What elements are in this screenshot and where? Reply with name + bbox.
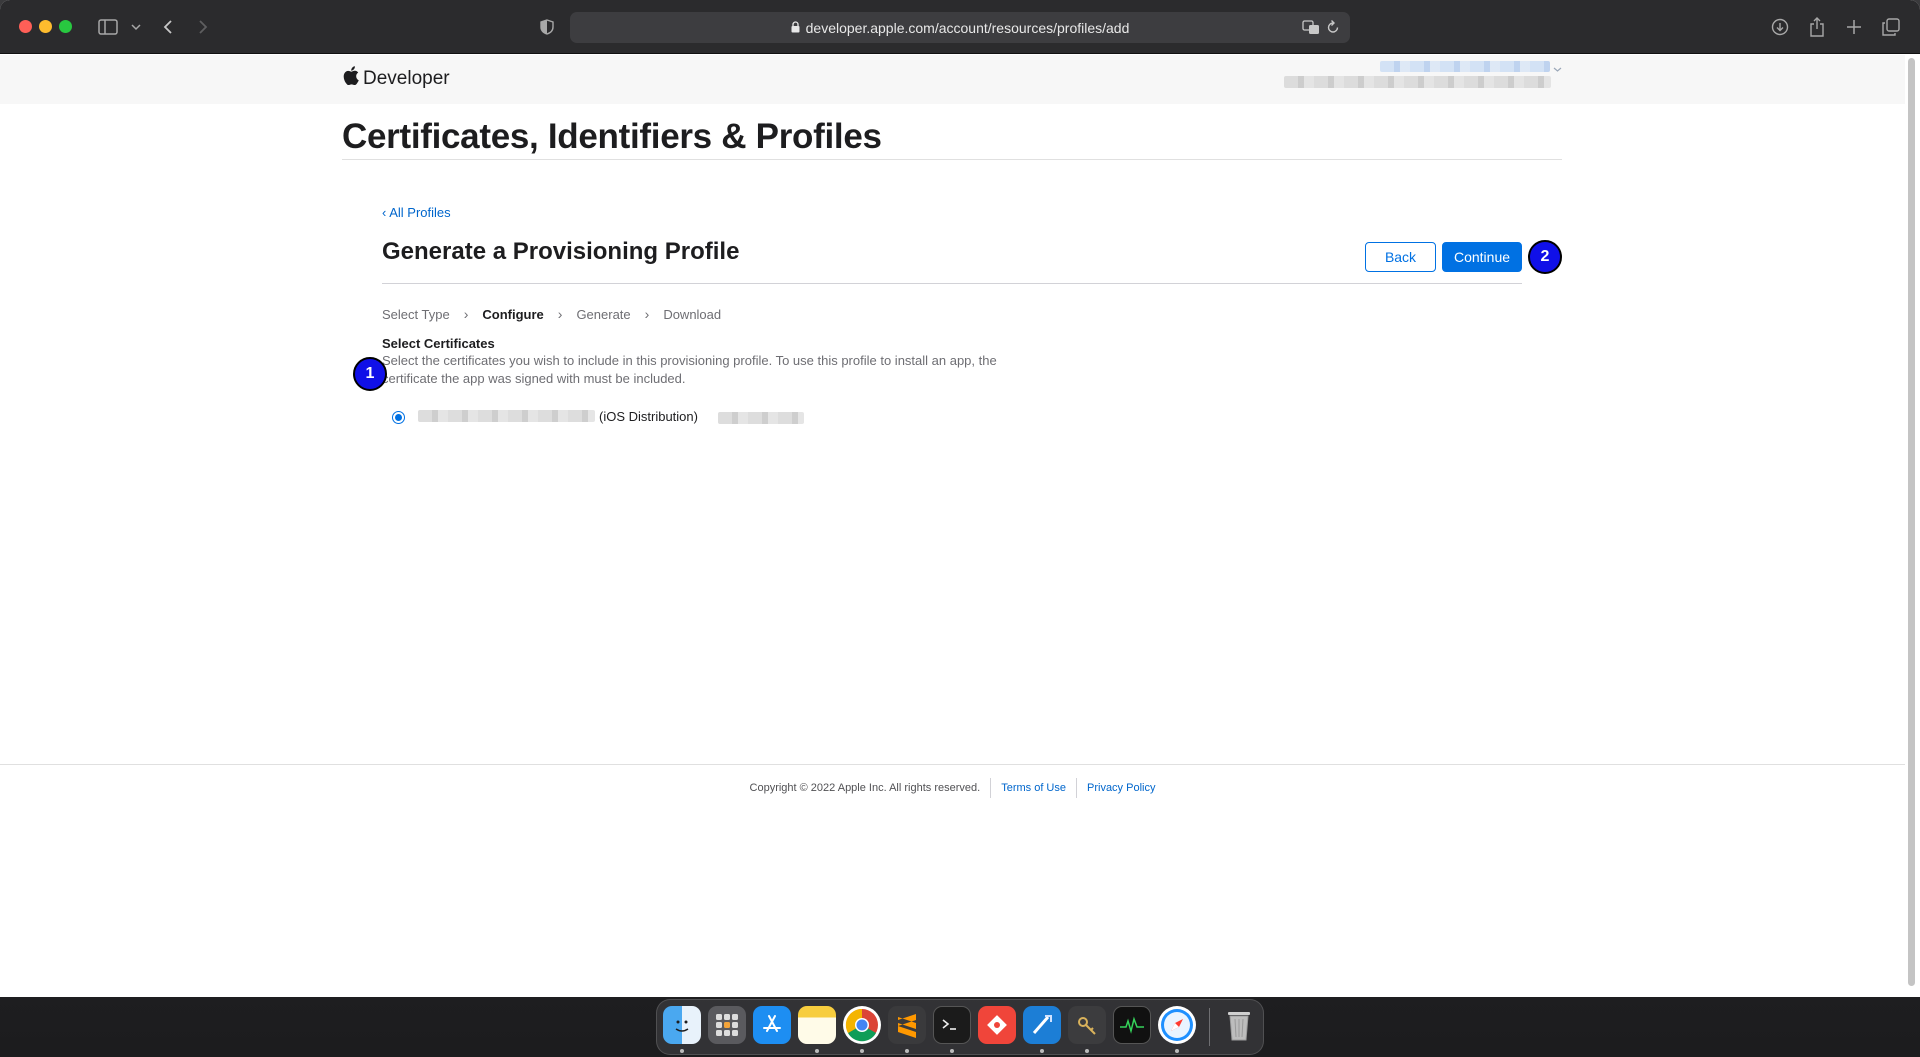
developer-brand[interactable]: Developer <box>343 66 450 91</box>
browser-window: developer.apple.com/account/resources/pr… <box>0 0 1920 997</box>
all-profiles-link[interactable]: ‹ All Profiles <box>382 205 451 220</box>
back-button[interactable]: Back <box>1365 242 1436 272</box>
privacy-shield-icon[interactable] <box>534 14 560 40</box>
title-divider <box>342 159 1562 160</box>
address-bar[interactable]: developer.apple.com/account/resources/pr… <box>570 12 1350 43</box>
certificate-option[interactable]: (iOS Distribution) <box>392 407 804 427</box>
privacy-policy-link[interactable]: Privacy Policy <box>1087 782 1155 794</box>
trash-icon[interactable] <box>1220 1006 1258 1044</box>
chevron-right-icon: › <box>644 306 650 322</box>
url-text: developer.apple.com/account/resources/pr… <box>805 19 1130 36</box>
step-generate: Generate <box>576 306 631 322</box>
share-icon[interactable] <box>1804 14 1830 40</box>
step-configure: Configure <box>482 306 544 322</box>
certificate-date-redacted <box>718 412 804 424</box>
footer: Copyright © 2022 Apple Inc. All rights r… <box>0 778 1905 798</box>
xcode-icon[interactable] <box>1023 1006 1061 1044</box>
breadcrumb-steps: Select Type › Configure › Generate › Dow… <box>382 306 721 322</box>
reload-icon[interactable] <box>1326 19 1340 38</box>
notes-icon[interactable] <box>798 1006 836 1044</box>
continue-button[interactable]: Continue <box>1442 242 1522 272</box>
team-name-redacted <box>1284 76 1551 88</box>
footer-separator <box>1076 778 1077 798</box>
close-window-button[interactable] <box>19 20 32 33</box>
git-client-icon[interactable] <box>978 1006 1016 1044</box>
select-certificates-description: Select the certificates you wish to incl… <box>382 353 997 386</box>
annotation-badge-1: 1 <box>353 357 387 391</box>
app-store-icon[interactable] <box>753 1006 791 1044</box>
chrome-icon[interactable] <box>843 1006 881 1044</box>
select-certificates-heading: Select Certificates <box>382 336 495 351</box>
safari-icon[interactable] <box>1158 1006 1196 1044</box>
footer-divider <box>0 764 1905 765</box>
section-divider <box>382 283 1522 284</box>
account-name-redacted[interactable] <box>1380 61 1550 72</box>
certificate-name-redacted <box>418 410 595 422</box>
maximize-window-button[interactable] <box>59 20 72 33</box>
keychain-icon[interactable] <box>1068 1006 1106 1044</box>
global-nav: Developer <box>0 55 1905 104</box>
browser-toolbar: developer.apple.com/account/resources/pr… <box>0 0 1920 54</box>
dock-separator <box>1209 1008 1210 1046</box>
translate-icon[interactable] <box>1302 19 1320 38</box>
certificate-type: (iOS Distribution) <box>599 409 698 424</box>
terms-of-use-link[interactable]: Terms of Use <box>1001 782 1066 794</box>
lock-icon <box>791 20 800 36</box>
annotation-badge-2: 2 <box>1528 240 1562 274</box>
launchpad-icon[interactable] <box>708 1006 746 1044</box>
dock <box>656 999 1264 1055</box>
minimize-window-button[interactable] <box>39 20 52 33</box>
downloads-icon[interactable] <box>1767 14 1793 40</box>
page-title: Certificates, Identifiers & Profiles <box>342 117 882 156</box>
activity-monitor-icon[interactable] <box>1113 1006 1151 1044</box>
page-scrollbar[interactable] <box>1908 58 1915 986</box>
new-tab-icon[interactable] <box>1841 14 1867 40</box>
chevron-down-icon[interactable] <box>123 14 149 40</box>
chevron-right-icon: › <box>557 306 563 322</box>
account-chevron-icon[interactable] <box>1553 60 1562 78</box>
finder-icon[interactable] <box>663 1006 701 1044</box>
apple-logo-icon <box>343 66 359 91</box>
copyright-text: Copyright © 2022 Apple Inc. All rights r… <box>749 782 981 794</box>
terminal-icon[interactable] <box>933 1006 971 1044</box>
chevron-right-icon: › <box>463 306 469 322</box>
sidebar-toggle-icon[interactable] <box>95 14 121 40</box>
certificate-radio[interactable] <box>392 410 405 424</box>
brand-label: Developer <box>363 67 450 89</box>
step-select-type: Select Type <box>382 306 450 322</box>
step-download: Download <box>663 306 722 322</box>
forward-arrow-icon[interactable] <box>190 14 216 40</box>
tab-overview-icon[interactable] <box>1878 14 1904 40</box>
back-arrow-icon[interactable] <box>155 14 181 40</box>
radio-selected-dot <box>395 413 402 421</box>
web-page: Developer Certificates, Identifiers & Pr… <box>0 55 1905 997</box>
sublime-text-icon[interactable] <box>888 1006 926 1044</box>
footer-separator <box>990 778 992 798</box>
section-title: Generate a Provisioning Profile <box>382 238 740 265</box>
